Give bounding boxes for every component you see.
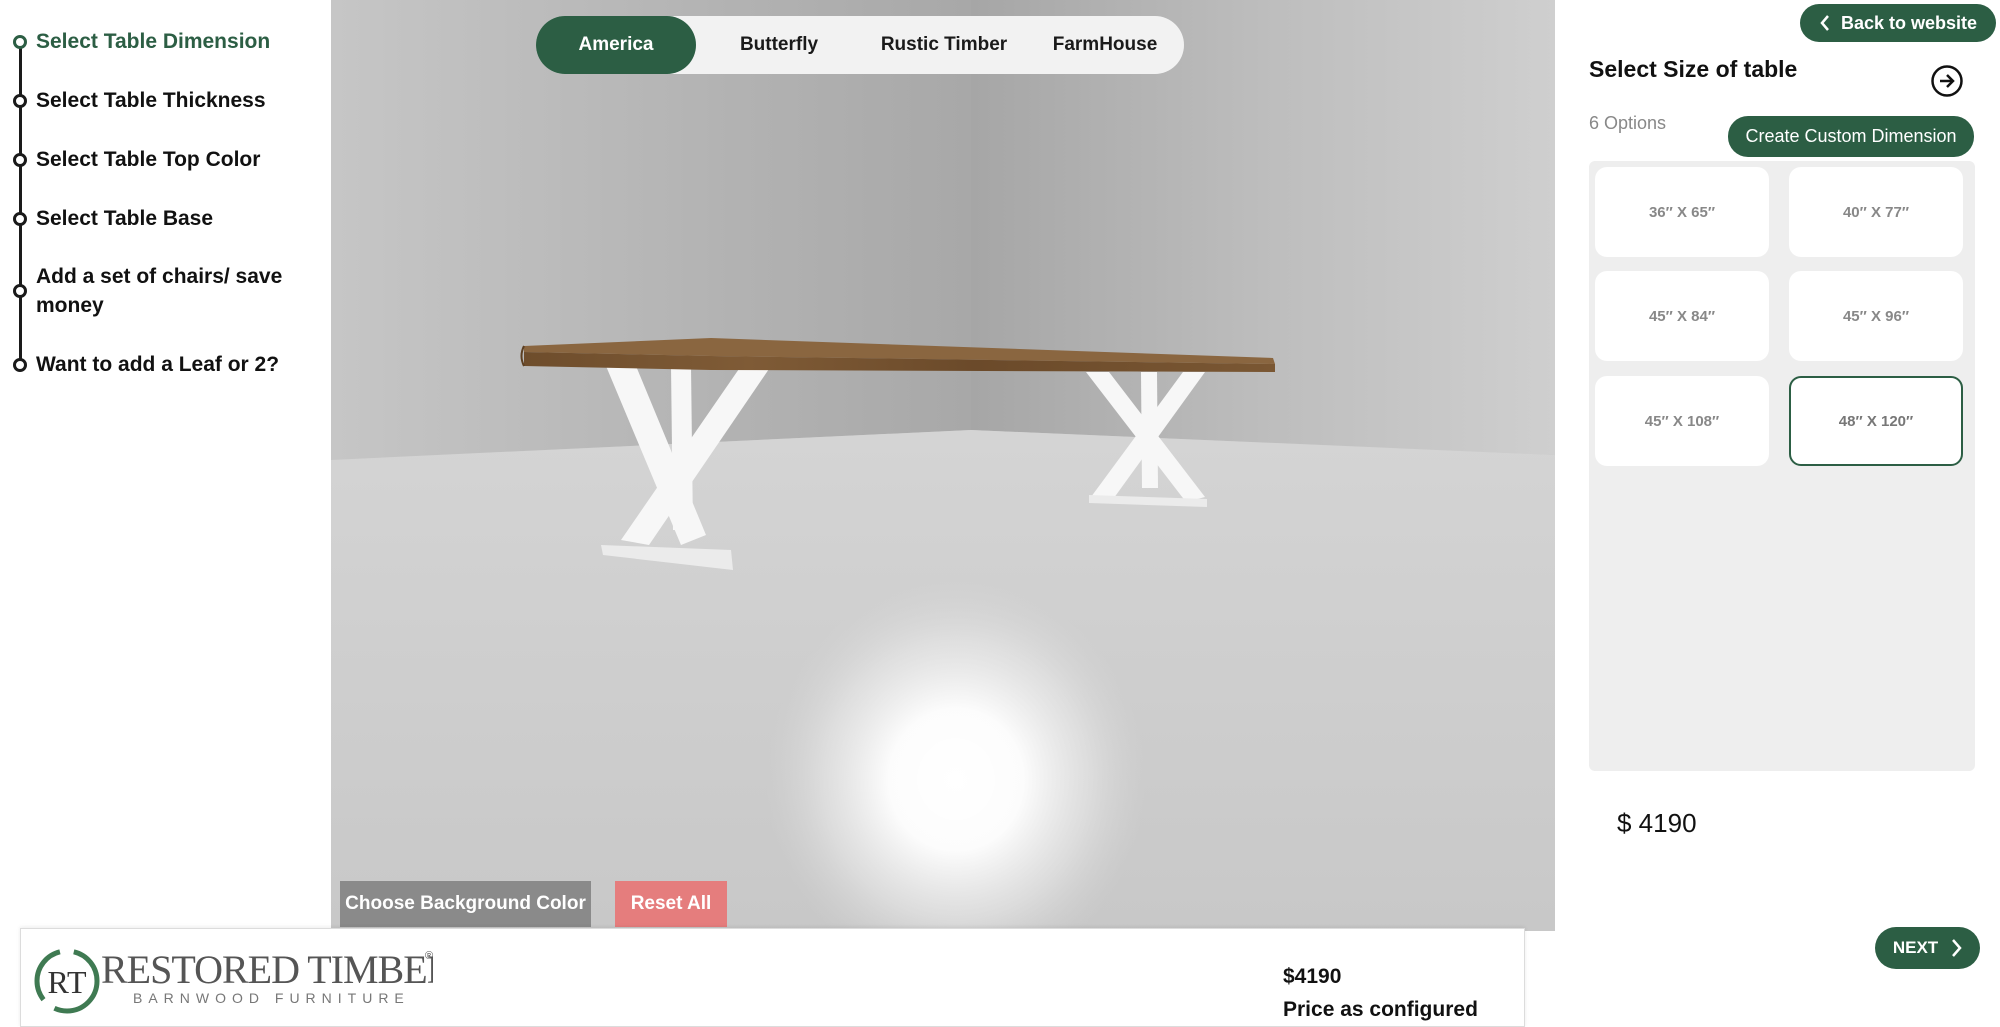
step-label: Want to add a Leaf or 2?	[36, 353, 280, 376]
tab-rustic-timber[interactable]: Rustic Timber	[862, 16, 1026, 74]
chevron-left-icon	[1820, 15, 1829, 31]
footer-price: $4190	[1283, 965, 1342, 988]
bottom-bar: RT RESTORED TIMBERS ® BARNWOOD FURNITURE…	[20, 928, 1525, 1027]
size-option-40x77[interactable]: 40″ X 77″	[1789, 167, 1963, 257]
size-option-45x84[interactable]: 45″ X 84″	[1595, 271, 1769, 361]
size-option-36x65[interactable]: 36″ X 65″	[1595, 167, 1769, 257]
panel-title: Select Size of table	[1589, 56, 1798, 82]
arrow-right-circle-icon[interactable]	[1930, 64, 1964, 98]
step-label: Select Table Thickness	[36, 89, 266, 112]
step-dot-icon	[13, 212, 27, 226]
step-dot-icon	[13, 284, 27, 298]
step-label: Select Table Base	[36, 207, 214, 230]
step-add-chairs[interactable]: Add a set of chairs/ save money	[13, 262, 286, 320]
back-to-website-label: Back to website	[1840, 12, 1978, 33]
choose-background-color-button[interactable]: Choose Background Color	[340, 881, 591, 927]
steps-connector-line	[19, 42, 22, 364]
step-dot-icon	[13, 358, 27, 372]
size-options-grid: 36″ X 65″ 40″ X 77″ 45″ X 84″ 45″ X 96″ …	[1589, 161, 1975, 771]
step-select-table-dimension[interactable]: Select Table Dimension	[13, 27, 306, 56]
tab-farmhouse[interactable]: FarmHouse	[1026, 16, 1184, 74]
tab-america[interactable]: America	[536, 16, 696, 74]
step-select-table-top-color[interactable]: Select Table Top Color	[13, 145, 306, 174]
step-label: Select Table Top Color	[36, 148, 261, 171]
size-option-45x108[interactable]: 45″ X 108″	[1595, 376, 1769, 466]
step-dot-icon	[13, 35, 27, 49]
options-count: 6 Options	[1589, 113, 1667, 133]
svg-text:®: ®	[425, 950, 433, 962]
step-dot-icon	[13, 153, 27, 167]
steps-sidebar: Select Table Dimension Select Table Thic…	[0, 0, 331, 1027]
svg-text:RESTORED TIMBERS: RESTORED TIMBERS	[101, 947, 433, 992]
table-style-tabs: America Butterfly Rustic Timber FarmHous…	[536, 16, 1184, 74]
step-dot-icon	[13, 94, 27, 108]
table-3d-viewer[interactable]: America Butterfly Rustic Timber FarmHous…	[331, 0, 1555, 931]
step-label: Select Table Dimension	[36, 30, 271, 53]
options-panel: Back to website Select Size of table 6 O…	[1555, 0, 2000, 1027]
configured-price: $4190 Price as configured	[1283, 963, 1513, 1025]
step-label: Add a set of chairs/ save money	[36, 265, 283, 317]
size-option-45x96[interactable]: 45″ X 96″	[1789, 271, 1963, 361]
create-custom-dimension-button[interactable]: Create Custom Dimension	[1728, 116, 1974, 157]
step-add-leaf[interactable]: Want to add a Leaf or 2?	[13, 350, 306, 379]
panel-price: $ 4190	[1617, 808, 1697, 838]
step-select-table-thickness[interactable]: Select Table Thickness	[13, 86, 306, 115]
tab-butterfly[interactable]: Butterfly	[696, 16, 862, 74]
next-button[interactable]: NEXT	[1875, 927, 1980, 969]
step-select-table-base[interactable]: Select Table Base	[13, 204, 306, 233]
svg-text:RT: RT	[48, 964, 87, 1000]
next-label: NEXT	[1892, 938, 1939, 957]
size-option-48x120[interactable]: 48″ X 120″	[1789, 376, 1963, 466]
footer-price-caption: Price as configured	[1283, 998, 1478, 1021]
back-to-website-button[interactable]: Back to website	[1800, 4, 1996, 42]
restored-timbers-logo: RT RESTORED TIMBERS ® BARNWOOD FURNITURE	[34, 947, 433, 1014]
reset-all-button[interactable]: Reset All	[615, 881, 727, 927]
chevron-right-icon	[1952, 939, 1962, 957]
svg-text:BARNWOOD FURNITURE: BARNWOOD FURNITURE	[133, 990, 410, 1006]
viewer-scene[interactable]	[331, 0, 1555, 931]
